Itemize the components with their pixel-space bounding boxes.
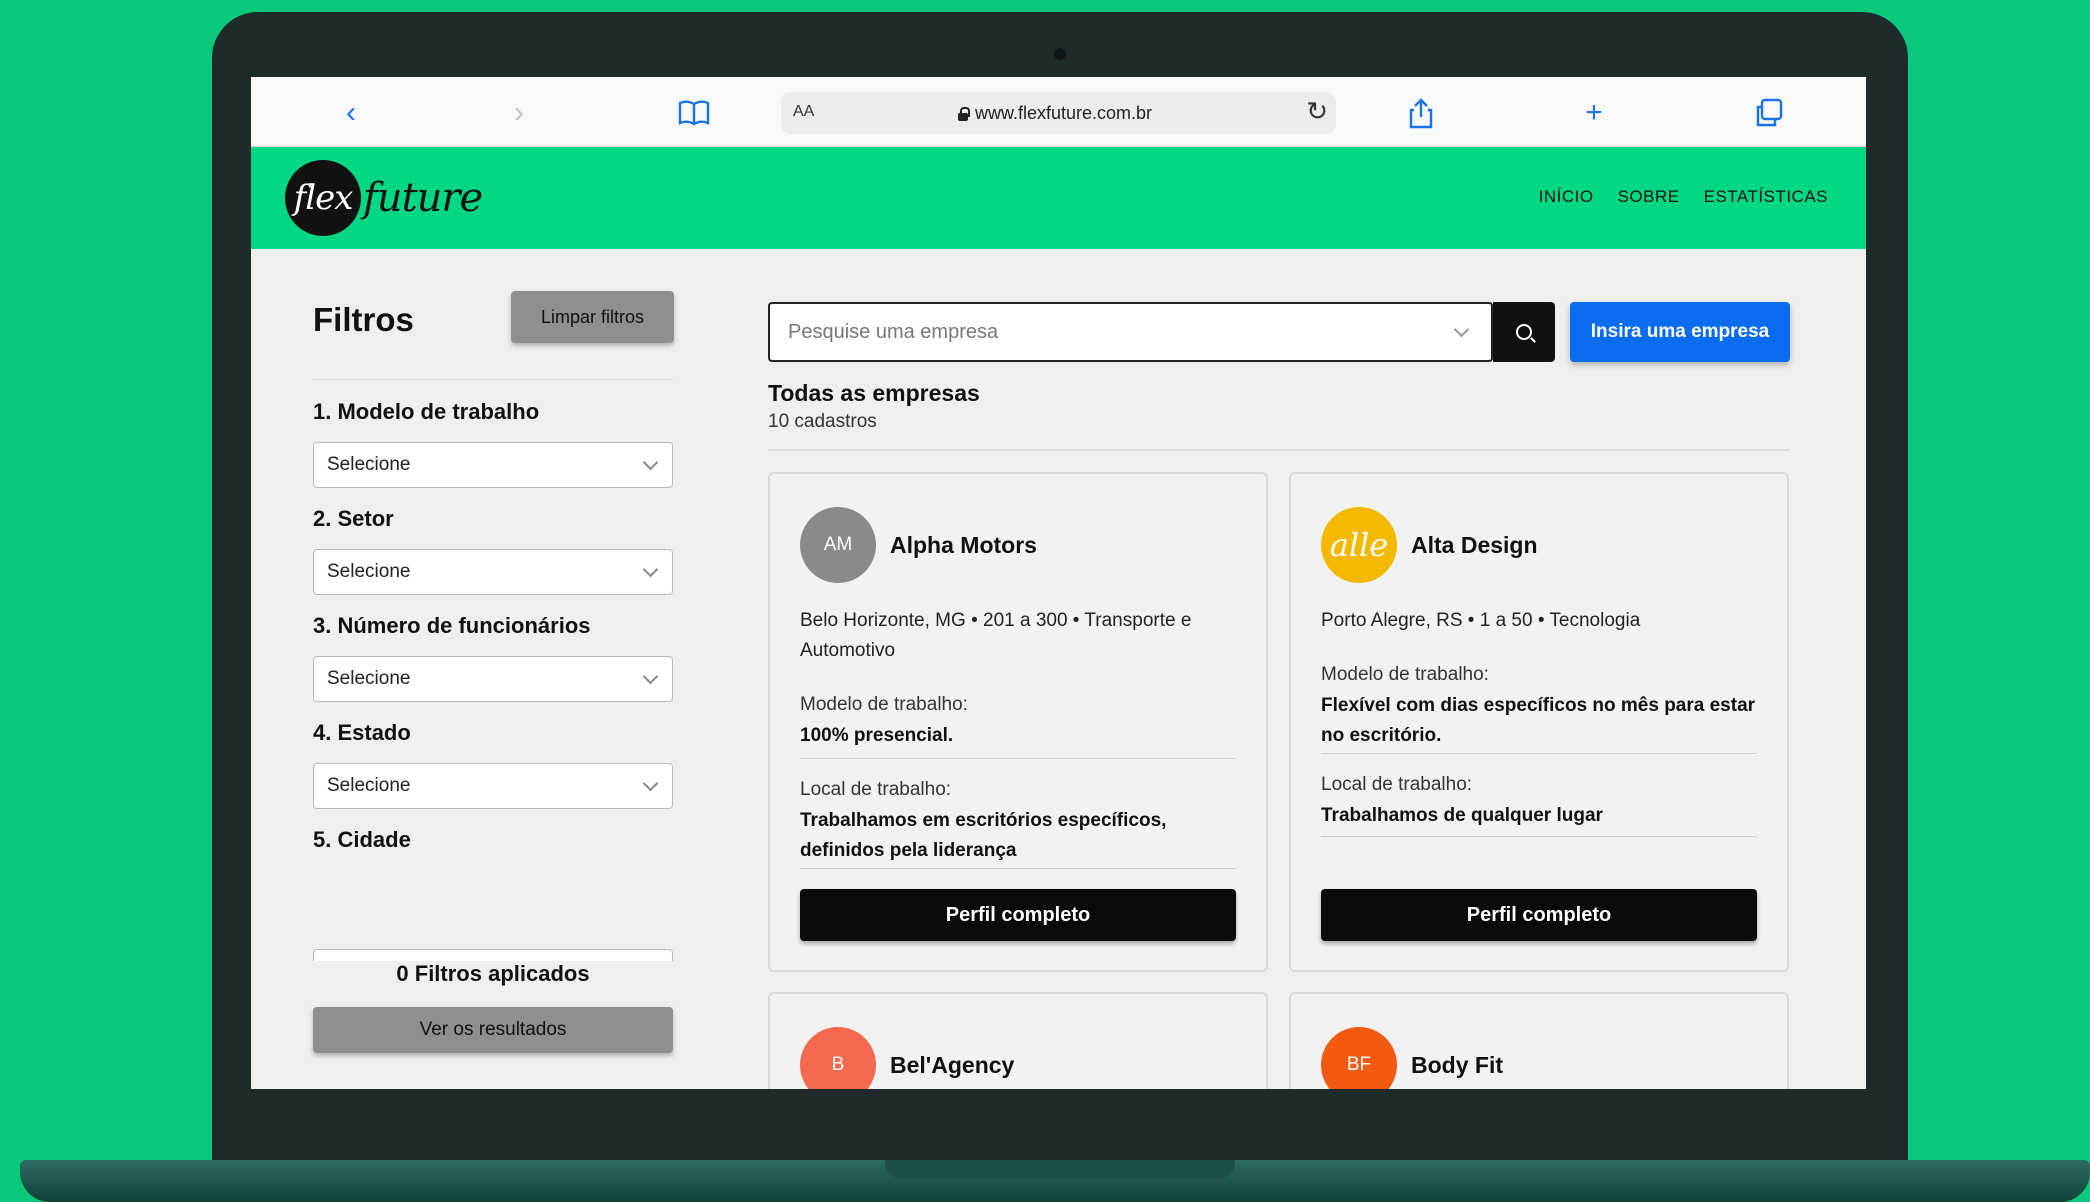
alta-design-logo: alle [1321,507,1397,583]
filter-label-estado: 4. Estado [313,720,411,745]
share-icon[interactable] [1403,95,1439,131]
filters-applied-count: 0 Filtros aplicados [396,961,590,986]
chevron-down-icon [642,668,659,685]
laptop-notch [885,1160,1235,1178]
back-icon[interactable]: ‹ [333,95,369,131]
select-value: Selecione [327,775,411,796]
logo-text: future [363,175,483,221]
work-model-value: 100% presencial. [800,725,954,746]
work-place-label: Local de trabalho: [1321,774,1473,795]
full-profile-button[interactable]: Perfil completo [800,889,1236,941]
company-name: Bel'Agency [890,1052,1015,1078]
avatar: BF [1321,1027,1397,1089]
company-name: Body Fit [1411,1052,1503,1078]
chevron-down-icon [642,561,659,578]
main-nav: INÍCIO SOBRE ESTATÍSTICAS [1539,187,1828,207]
nav-estatisticas[interactable]: ESTATÍSTICAS [1704,187,1828,207]
company-name: Alpha Motors [890,532,1037,558]
company-card: B Bel'Agency [768,992,1268,1089]
filter-label-cidade: 5. Cidade [313,827,411,852]
insert-company-button[interactable]: Insira uma empresa [1570,302,1790,362]
select-value: Selecione [327,668,411,689]
select-value: Selecione [327,454,411,475]
filter-select-funcionarios[interactable]: Selecione [313,656,673,702]
company-info: Belo Horizonte, MG • 201 a 300 • Transpo… [800,610,1192,661]
chevron-down-icon [642,775,659,792]
bookmarks-icon[interactable] [676,95,712,131]
card-divider [1321,836,1757,837]
reader-aa-button[interactable]: AA [793,103,814,121]
search-button[interactable] [1493,302,1555,362]
screen: ‹ › AA www.flexfuture.com.br ↻ + flex fu… [251,77,1866,1089]
chevron-down-icon [642,454,659,471]
work-model-label: Modelo de trabalho: [800,694,968,715]
company-name: Alta Design [1411,532,1538,558]
card-divider [1321,753,1757,754]
list-count: 10 cadastros [768,411,877,432]
search-input[interactable] [776,308,1416,356]
new-tab-icon[interactable]: + [1576,95,1612,131]
work-place-value: Trabalhamos de qualquer lugar [1321,805,1603,826]
site-header: flex future INÍCIO SOBRE ESTATÍSTICAS [251,147,1866,249]
work-model-label: Modelo de trabalho: [1321,664,1489,685]
company-card: BF Body Fit [1289,992,1789,1089]
filter-select-modelo[interactable]: Selecione [313,442,673,488]
work-place-value: Trabalhamos em escritórios específicos, … [800,810,1167,861]
tabs-icon[interactable] [1751,95,1787,131]
view-results-button[interactable]: Ver os resultados [313,1007,673,1053]
search-icon [1516,324,1532,340]
browser-toolbar: ‹ › AA www.flexfuture.com.br ↻ + [251,77,1866,147]
forward-icon[interactable]: › [501,95,537,131]
avatar-initials: AM [823,534,853,555]
logo-mark: flex [285,160,361,236]
address-bar[interactable]: AA www.flexfuture.com.br ↻ [781,92,1336,134]
flexfuture-logo[interactable]: flex future [285,159,483,237]
select-value: Selecione [327,561,411,582]
work-place-label: Local de trabalho: [800,779,952,800]
full-profile-button[interactable]: Perfil completo [1321,889,1757,941]
company-card: alle Alta Design Porto Alegre, RS • 1 a … [1289,472,1789,972]
lock-icon [957,106,970,121]
filter-label-funcionarios: 3. Número de funcionários [313,613,591,638]
filter-select-setor[interactable]: Selecione [313,549,673,595]
avatar-initials: alle [1329,526,1389,564]
sidebar-divider [313,379,673,380]
work-model-value: Flexível com dias específicos no mês par… [1321,695,1756,746]
clear-filters-button[interactable]: Limpar filtros [511,291,674,343]
filter-label-setor: 2. Setor [313,506,394,531]
list-divider [768,449,1790,451]
card-divider [800,868,1236,869]
company-info: Porto Alegre, RS • 1 a 50 • Tecnologia [1321,610,1641,631]
avatar: B [800,1027,876,1089]
chevron-down-icon[interactable] [1453,321,1470,338]
avatar-initials: B [831,1054,845,1075]
avatar: AM [800,507,876,583]
company-card: AM Alpha Motors Belo Horizonte, MG • 201… [768,472,1268,972]
camera-icon [1054,48,1066,60]
filters-title: Filtros [313,301,414,338]
filter-select-estado[interactable]: Selecione [313,763,673,809]
card-divider [800,758,1236,759]
list-title: Todas as empresas [768,380,980,406]
avatar-initials: BF [1346,1054,1372,1075]
nav-sobre[interactable]: SOBRE [1618,187,1680,207]
filter-label-modelo: 1. Modelo de trabalho [313,399,540,424]
url-text: www.flexfuture.com.br [975,103,1153,123]
company-search[interactable] [768,302,1493,362]
nav-inicio[interactable]: INÍCIO [1539,187,1594,207]
filter-input-cidade[interactable] [313,949,673,961]
reload-icon[interactable]: ↻ [1306,96,1328,127]
